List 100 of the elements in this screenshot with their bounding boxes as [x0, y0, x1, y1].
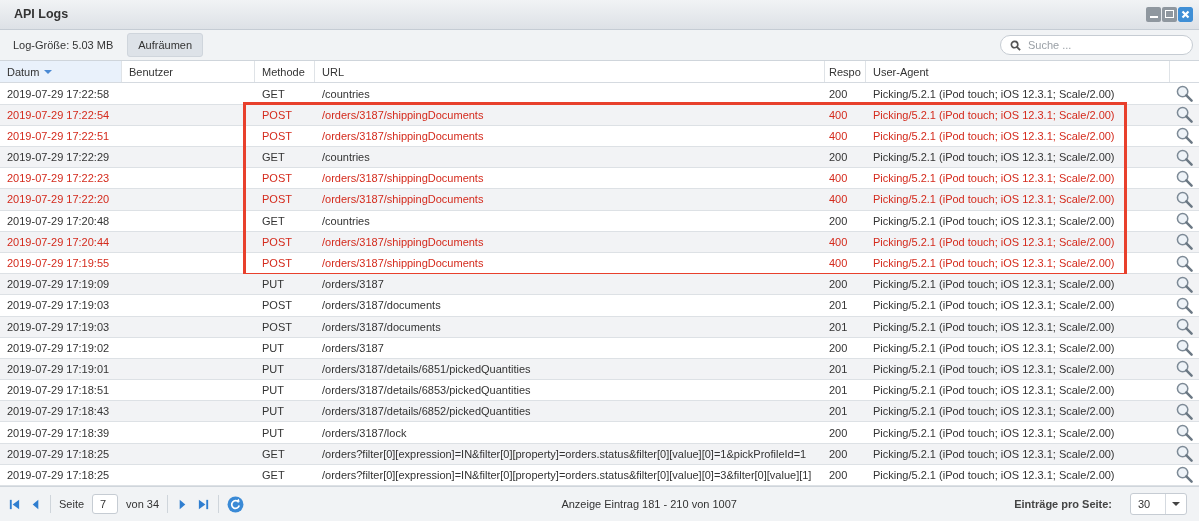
clean-up-button[interactable]: Aufräumen — [127, 33, 204, 58]
table-cell-text: POST — [261, 107, 293, 123]
magnifier-icon[interactable] — [1176, 148, 1193, 166]
magnifier-icon[interactable] — [1176, 360, 1193, 378]
table-cell-text: Picking/5.2.1 (iPod touch; iOS 12.3.1; Scale/2.00) — [872, 425, 1116, 441]
table-cell-text: Picking/5.2.1 (iPod touch; iOS 12.3.1; Scale/2.00) — [872, 86, 1116, 102]
close-icon[interactable] — [1178, 6, 1193, 22]
table-cell-text: /countries — [321, 150, 371, 166]
table-cell-text: PUT — [261, 383, 285, 399]
table-cell-text: /orders/3187 — [321, 340, 385, 356]
table-cell-text: 201 — [828, 383, 849, 399]
minimize-icon[interactable] — [1146, 6, 1161, 22]
table-cell-text: 2019-07-29 17:19:03 — [6, 298, 111, 314]
table-cell-text: 2019-07-29 17:22:58 — [6, 86, 111, 102]
page-label: Seite — [59, 498, 85, 510]
per-page-dropdown[interactable]: 30 — [1130, 493, 1187, 515]
table-cell-text: Picking/5.2.1 (iPod touch; iOS 12.3.1; Scale/2.00) — [872, 446, 1116, 462]
table-cell-text: 2019-07-29 17:22:23 — [6, 171, 111, 187]
table-cell-text: 2019-07-29 17:20:44 — [6, 234, 111, 250]
table-cell-text: Picking/5.2.1 (iPod touch; iOS 12.3.1; Scale/2.00) — [872, 340, 1116, 356]
refresh-icon[interactable] — [227, 495, 245, 513]
table-cell-text: 201 — [828, 319, 849, 335]
table-cell-text: 400 — [828, 128, 849, 144]
table-cell-text: /orders/3187/details/6852/pickedQuantities — [321, 404, 532, 420]
table-cell-text: /countries — [321, 86, 371, 102]
table-cell-text: 2019-07-29 17:22:29 — [6, 150, 111, 166]
table-cell-text: 200 — [828, 425, 849, 441]
table-cell-text: /orders/3187/shippingDocuments — [321, 171, 485, 187]
column-header[interactable]: Respo — [825, 61, 866, 83]
table-cell-text: GET — [261, 213, 286, 229]
table-cell-text: POST — [261, 298, 293, 314]
table-cell-text: Picking/5.2.1 (iPod touch; iOS 12.3.1; Scale/2.00) — [872, 256, 1116, 272]
maximize-icon[interactable] — [1162, 6, 1177, 22]
table-cell-text: POST — [261, 319, 293, 335]
table-cell-text: 200 — [828, 446, 849, 462]
table-cell-text: 2019-07-29 17:19:09 — [6, 277, 111, 293]
per-page-label: Einträge pro Seite: — [1014, 498, 1112, 510]
last-page-icon[interactable] — [197, 497, 211, 511]
table-cell-text: Picking/5.2.1 (iPod touch; iOS 12.3.1; Scale/2.00) — [872, 361, 1116, 377]
magnifier-icon[interactable] — [1176, 296, 1193, 314]
column-header[interactable]: User-Agent — [866, 61, 1170, 83]
table-cell-text: 400 — [828, 256, 849, 272]
table-cell-text: PUT — [261, 425, 285, 441]
table-cell-text: 400 — [828, 107, 849, 123]
magnifier-icon[interactable] — [1176, 85, 1193, 103]
table-cell-text: 2019-07-29 17:18:39 — [6, 425, 111, 441]
table-cell-text: Picking/5.2.1 (iPod touch; iOS 12.3.1; Scale/2.00) — [872, 107, 1116, 123]
window-title: API Logs — [14, 7, 70, 22]
table-cell-text: 2019-07-29 17:18:51 — [6, 383, 111, 399]
magnifier-icon[interactable] — [1176, 402, 1193, 420]
magnifier-icon[interactable] — [1176, 106, 1193, 124]
magnifier-icon[interactable] — [1176, 127, 1193, 145]
table-cell-text: Picking/5.2.1 (iPod touch; iOS 12.3.1; Scale/2.00) — [872, 128, 1116, 144]
table-cell-text: Picking/5.2.1 (iPod touch; iOS 12.3.1; Scale/2.00) — [872, 383, 1116, 399]
first-page-icon[interactable] — [8, 497, 21, 511]
column-header[interactable]: Datum — [0, 61, 122, 83]
table-cell-text: 2019-07-29 17:18:25 — [6, 467, 111, 483]
table-cell-text: 2019-07-29 17:19:55 — [6, 256, 111, 272]
magnifier-icon[interactable] — [1176, 424, 1193, 442]
table-cell-text: 200 — [828, 340, 849, 356]
table-cell-text: 200 — [828, 150, 849, 166]
magnifier-icon[interactable] — [1176, 445, 1193, 463]
table-cell-text: /orders/3187/shippingDocuments — [321, 192, 485, 208]
magnifier-icon[interactable] — [1176, 233, 1193, 251]
magnifier-icon[interactable] — [1176, 318, 1193, 336]
table-cell-text: 200 — [828, 213, 849, 229]
magnifier-icon[interactable] — [1176, 169, 1193, 187]
table-cell-text: /orders/3187/shippingDocuments — [321, 107, 485, 123]
table-cell-text: /orders/3187/shippingDocuments — [321, 256, 485, 272]
table-cell-text: Picking/5.2.1 (iPod touch; iOS 12.3.1; Scale/2.00) — [872, 213, 1116, 229]
table-cell-text: /orders?filter[0][expression]=IN&filter[0][property]=orders.status&filter[0][value][0]=3&filter[0][value][1] — [321, 467, 813, 483]
column-header[interactable]: URL — [315, 61, 825, 83]
table-cell-text: GET — [261, 86, 286, 102]
table-cell-text: /orders?filter[0][expression]=IN&filter[0][property]=orders.status&filter[0][value][0]=1&pickProfileId=1 — [321, 446, 808, 462]
magnifier-icon[interactable] — [1176, 212, 1193, 230]
magnifier-icon[interactable] — [1176, 190, 1193, 208]
table-cell-text: 200 — [828, 86, 849, 102]
magnifier-icon[interactable] — [1176, 466, 1193, 484]
table-cell-text: 201 — [828, 298, 849, 314]
table-cell-text: 400 — [828, 234, 849, 250]
table-cell-text: PUT — [261, 277, 285, 293]
table-cell-text: Picking/5.2.1 (iPod touch; iOS 12.3.1; Scale/2.00) — [872, 319, 1116, 335]
table-cell-text: 2019-07-29 17:22:54 — [6, 107, 111, 123]
column-header[interactable]: Methode — [255, 61, 315, 83]
search-field[interactable]: Suche ... — [1000, 35, 1193, 56]
table-cell-text: 2019-07-29 17:19:03 — [6, 319, 111, 335]
table-cell-text: Picking/5.2.1 (iPod touch; iOS 12.3.1; Scale/2.00) — [872, 467, 1116, 483]
magnifier-icon[interactable] — [1176, 381, 1193, 399]
page-input[interactable]: 7 — [92, 494, 119, 514]
table-cell-text: /orders/3187/shippingDocuments — [321, 234, 485, 250]
paging-info: Anzeige Eintrag 181 - 210 von 1007 — [561, 498, 737, 510]
table-cell-text: 2019-07-29 17:19:01 — [6, 361, 111, 377]
magnifier-icon[interactable] — [1176, 339, 1193, 357]
table-cell-text: Picking/5.2.1 (iPod touch; iOS 12.3.1; Scale/2.00) — [872, 150, 1116, 166]
table-cell-text: GET — [261, 467, 286, 483]
column-header[interactable]: Benutzer — [122, 61, 255, 83]
magnifier-icon[interactable] — [1176, 275, 1193, 293]
magnifier-icon[interactable] — [1176, 254, 1193, 272]
table-cell-text: POST — [261, 192, 293, 208]
table-cell-text: Picking/5.2.1 (iPod touch; iOS 12.3.1; Scale/2.00) — [872, 234, 1116, 250]
